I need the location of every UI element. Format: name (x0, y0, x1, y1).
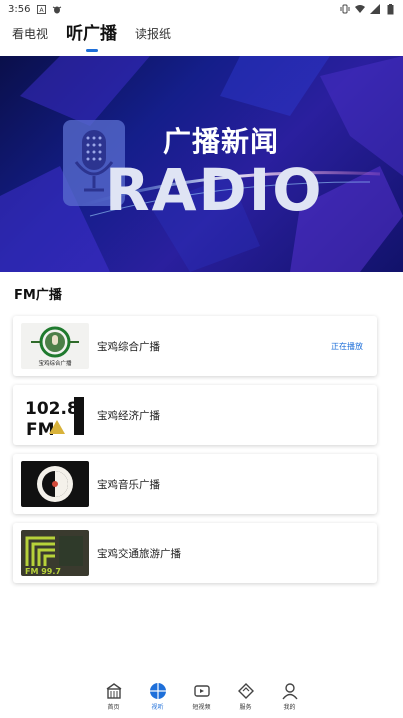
nav-profile[interactable]: 我的 (275, 682, 305, 711)
signal-icon (370, 4, 380, 14)
nav-label: 首页 (107, 704, 120, 711)
vibrate-icon (340, 4, 350, 14)
nav-label: 视听 (151, 704, 164, 711)
station-name: 宝鸡综合广播 (97, 340, 160, 353)
station-name: 宝鸡交通旅游广播 (97, 547, 181, 560)
station-logo: 宝鸡综合广播 (21, 323, 89, 369)
user-icon (281, 682, 299, 700)
globe-icon (149, 682, 167, 700)
station-list: 宝鸡综合广播 宝鸡综合广播 正在播放 102.8 FM 宝鸡经济广播 宝鸡音乐广… (13, 316, 377, 592)
top-tabs: 看电视 听广播 读报纸 (0, 18, 403, 54)
station-logo (21, 461, 89, 507)
station-item[interactable]: 宝鸡综合广播 宝鸡综合广播 正在播放 (13, 316, 377, 376)
bug-icon (52, 4, 62, 14)
station-item[interactable]: FM 99.7 宝鸡交通旅游广播 (13, 523, 377, 583)
battery-icon (385, 3, 395, 14)
banner-title: 广播新闻 (163, 125, 280, 158)
station-logo: 102.8 FM (21, 392, 89, 438)
station-item[interactable]: 宝鸡音乐广播 (13, 454, 377, 514)
logo-text: 102.8 (25, 399, 79, 419)
svg-text:A: A (39, 7, 44, 14)
nav-media[interactable]: 视听 (143, 682, 173, 711)
home-icon (105, 682, 123, 700)
nav-label: 短视频 (192, 704, 211, 711)
station-name: 宝鸡音乐广播 (97, 478, 160, 491)
text-a-icon: A (36, 4, 46, 14)
tab-newspaper[interactable]: 读报纸 (135, 25, 171, 54)
radio-banner[interactable]: 广播新闻 RADIO (0, 56, 403, 272)
nav-short-video[interactable]: 短视频 (187, 682, 217, 711)
nav-label: 服务 (239, 704, 252, 711)
logo-text: FM 99.7 (25, 567, 61, 576)
wifi-icon (355, 4, 365, 14)
tab-radio[interactable]: 听广播 (66, 19, 117, 54)
tab-tv[interactable]: 看电视 (12, 25, 48, 54)
service-icon (237, 682, 255, 700)
now-playing-badge: 正在播放 (331, 341, 363, 351)
logo-sub: FM (26, 420, 55, 438)
station-name: 宝鸡经济广播 (97, 409, 160, 422)
station-item[interactable]: 102.8 FM 宝鸡经济广播 (13, 385, 377, 445)
logo-text: 宝鸡综合广播 (38, 359, 72, 367)
nav-label: 我的 (283, 704, 296, 711)
station-logo: FM 99.7 (21, 530, 89, 576)
banner-subtitle: RADIO (105, 156, 324, 224)
video-icon (193, 682, 211, 700)
status-time: 3:56 (8, 3, 31, 15)
section-title: FM广播 (14, 288, 62, 303)
status-bar: 3:56 A (0, 0, 403, 18)
nav-service[interactable]: 服务 (231, 682, 261, 711)
nav-home[interactable]: 首页 (99, 682, 129, 711)
bottom-nav: 首页 视听 短视频 服务 我的 (0, 678, 403, 718)
